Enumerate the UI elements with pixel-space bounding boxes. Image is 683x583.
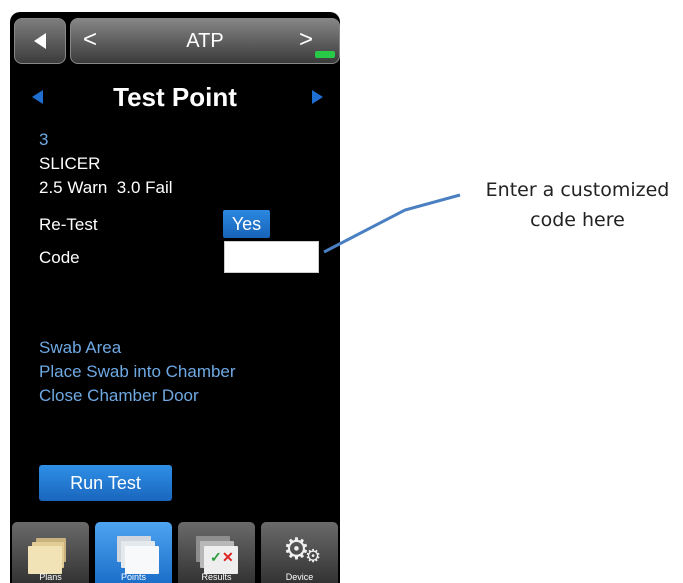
callout-line-2: code here bbox=[530, 209, 625, 231]
callout-text: Enter a customized code here bbox=[470, 175, 683, 235]
callout-line-1: Enter a customized bbox=[485, 179, 670, 201]
callout-connector bbox=[323, 193, 461, 254]
